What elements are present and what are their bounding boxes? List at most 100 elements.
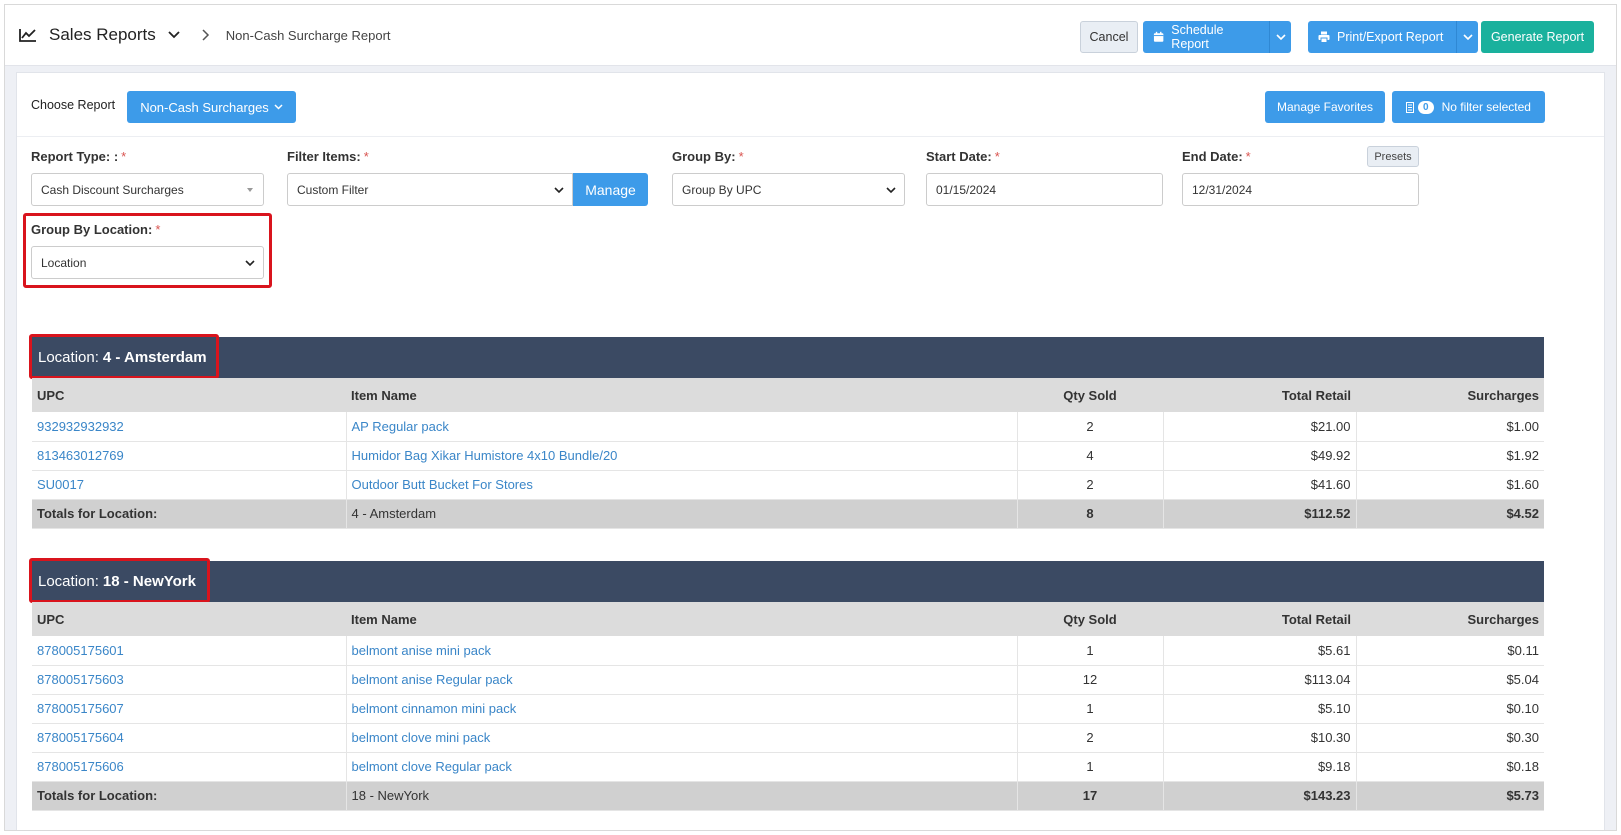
manage-favorites-button[interactable]: Manage Favorites (1265, 91, 1385, 123)
table-header-row: UPC Item Name Qty Sold Total Retail Surc… (32, 602, 1544, 636)
schedule-report-button[interactable]: Schedule Report (1143, 21, 1269, 53)
upc-link[interactable]: 878005175607 (32, 694, 347, 724)
calendar-icon (1153, 31, 1164, 42)
total-retail-cell: $5.61 (1163, 636, 1357, 666)
print-export-button[interactable]: Print/Export Report (1308, 21, 1456, 53)
surcharges-cell: $0.10 (1356, 694, 1544, 724)
item-name-link[interactable]: belmont cinnamon mini pack (346, 694, 1018, 724)
surcharges-cell: $0.11 (1356, 636, 1544, 666)
choose-report-label: Choose Report (31, 98, 116, 112)
column-header-total-retail[interactable]: Total Retail (1163, 602, 1356, 636)
total-retail-cell: $10.30 (1163, 723, 1357, 753)
totals-qty: 17 (1017, 781, 1164, 811)
report-panel: Choose Report Non-Cash Surcharges Manage… (16, 72, 1605, 830)
choose-report-dropdown[interactable]: Non-Cash Surcharges (127, 91, 296, 123)
item-name-link[interactable]: Outdoor Butt Bucket For Stores (346, 470, 1018, 500)
item-name-link[interactable]: Humidor Bag Xikar Humistore 4x10 Bundle/… (346, 441, 1018, 471)
end-date-value: 12/31/2024 (1192, 182, 1253, 197)
manage-filter-button[interactable]: Manage (573, 173, 648, 206)
column-header-item-name[interactable]: Item Name (346, 602, 1017, 636)
surcharges-cell: $5.04 (1356, 665, 1544, 695)
app-frame: Sales Reports Non-Cash Surcharge Report … (4, 4, 1617, 831)
item-name-link[interactable]: belmont clove mini pack (346, 723, 1018, 753)
item-name-link[interactable]: belmont clove Regular pack (346, 752, 1018, 782)
filter-items-label: Filter Items: * (287, 149, 369, 164)
totals-row: Totals for Location: 18 - NewYork 17 $14… (32, 781, 1544, 811)
generate-report-button[interactable]: Generate Report (1481, 21, 1594, 53)
surcharges-cell: $0.18 (1356, 752, 1544, 782)
column-header-qty-sold[interactable]: Qty Sold (1017, 602, 1163, 636)
surcharges-cell: $1.92 (1356, 441, 1544, 471)
column-header-upc[interactable]: UPC (32, 602, 346, 636)
column-header-upc[interactable]: UPC (32, 378, 346, 412)
cancel-button[interactable]: Cancel (1080, 21, 1138, 53)
column-header-item-name[interactable]: Item Name (346, 378, 1017, 412)
filter-selector-button[interactable]: 0 No filter selected (1392, 91, 1545, 123)
item-name-link[interactable]: belmont anise mini pack (346, 636, 1018, 666)
filter-items-select[interactable]: Custom Filter (287, 173, 573, 206)
location-table: UPC Item Name Qty Sold Total Retail Surc… (32, 602, 1544, 811)
qty-sold-cell: 4 (1017, 441, 1164, 471)
report-type-label: Report Type: : * (31, 149, 127, 164)
print-export-dropdown[interactable] (1456, 21, 1478, 53)
totals-surcharges: $4.52 (1356, 499, 1544, 529)
qty-sold-cell: 2 (1017, 723, 1164, 753)
table-row: 932932932932 AP Regular pack 2 $21.00 $1… (32, 412, 1544, 442)
surcharges-cell: $0.30 (1356, 723, 1544, 753)
highlight-box (29, 334, 219, 379)
table-row: 878005175607 belmont cinnamon mini pack … (32, 694, 1544, 724)
surcharges-cell: $1.60 (1356, 470, 1544, 500)
table-row: 878005175606 belmont clove Regular pack … (32, 752, 1544, 782)
totals-row: Totals for Location: 4 - Amsterdam 8 $11… (32, 499, 1544, 529)
chevron-down-icon (274, 104, 283, 110)
total-retail-cell: $113.04 (1163, 665, 1357, 695)
group-by-select[interactable]: Group By UPC (672, 173, 905, 206)
totals-location: 4 - Amsterdam (346, 499, 1018, 529)
column-header-total-retail[interactable]: Total Retail (1163, 378, 1356, 412)
total-retail-cell: $9.18 (1163, 752, 1357, 782)
qty-sold-cell: 2 (1017, 470, 1164, 500)
column-header-surcharges[interactable]: Surcharges (1356, 378, 1544, 412)
start-date-label: Start Date: * (926, 149, 1000, 164)
printer-icon (1318, 31, 1330, 43)
upc-link[interactable]: SU0017 (32, 470, 347, 500)
table-header-row: UPC Item Name Qty Sold Total Retail Surc… (32, 378, 1544, 412)
line-chart-icon (19, 29, 36, 42)
total-retail-cell: $5.10 (1163, 694, 1357, 724)
chevron-right-icon (202, 29, 209, 41)
upc-link[interactable]: 878005175606 (32, 752, 347, 782)
highlight-box (29, 558, 210, 603)
totals-label: Totals for Location: (32, 499, 347, 529)
table-row: 878005175601 belmont anise mini pack 1 $… (32, 636, 1544, 666)
upc-link[interactable]: 878005175604 (32, 723, 347, 753)
print-export-label: Print/Export Report (1337, 30, 1444, 44)
chevron-down-icon[interactable] (168, 31, 180, 39)
top-bar: Sales Reports Non-Cash Surcharge Report … (5, 5, 1616, 66)
end-date-input[interactable]: 12/31/2024 (1182, 173, 1419, 206)
start-date-input[interactable]: 01/15/2024 (926, 173, 1163, 206)
column-header-qty-sold[interactable]: Qty Sold (1017, 378, 1163, 412)
chevron-down-icon (886, 187, 896, 194)
report-type-select[interactable]: Cash Discount Surcharges (31, 173, 264, 206)
presets-button[interactable]: Presets (1367, 146, 1419, 167)
upc-link[interactable]: 878005175603 (32, 665, 347, 695)
item-name-link[interactable]: belmont anise Regular pack (346, 665, 1018, 695)
start-date-value: 01/15/2024 (936, 182, 997, 197)
qty-sold-cell: 1 (1017, 752, 1164, 782)
column-header-surcharges[interactable]: Surcharges (1356, 602, 1544, 636)
module-title[interactable]: Sales Reports (49, 25, 156, 45)
upc-link[interactable]: 932932932932 (32, 412, 347, 442)
schedule-report-dropdown[interactable] (1269, 21, 1291, 53)
item-name-link[interactable]: AP Regular pack (346, 412, 1018, 442)
totals-surcharges: $5.73 (1356, 781, 1544, 811)
totals-qty: 8 (1017, 499, 1164, 529)
filter-items-value: Custom Filter (297, 182, 369, 197)
upc-link[interactable]: 878005175601 (32, 636, 347, 666)
group-by-location-select[interactable]: Location (31, 246, 264, 279)
end-date-label: End Date: * (1182, 149, 1251, 164)
upc-link[interactable]: 813463012769 (32, 441, 347, 471)
total-retail-cell: $49.92 (1163, 441, 1357, 471)
breadcrumb: Non-Cash Surcharge Report (225, 27, 391, 43)
chevron-down-icon (245, 260, 255, 267)
group-by-label: Group By: * (672, 149, 744, 164)
